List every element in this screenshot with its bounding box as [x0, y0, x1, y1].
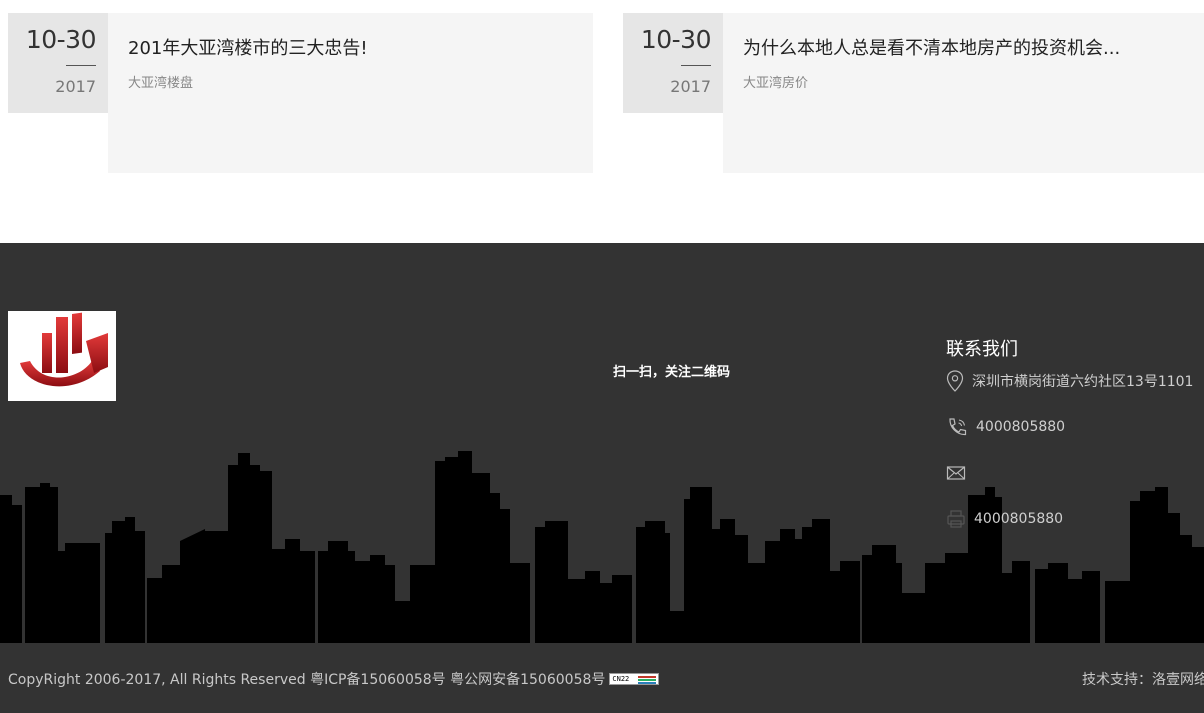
- contact-phone-row: 4000805880: [946, 415, 1065, 439]
- contact-title: 联系我们: [946, 339, 1018, 360]
- contact-email-row: [946, 461, 974, 485]
- qr-caption: 扫一扫，关注二维码: [613, 365, 731, 380]
- news-body: 为什么本地人总是看不清本地房产的投资机会... 大亚湾房价: [723, 13, 1204, 173]
- news-card[interactable]: 10-30 2017 201年大亚湾楼市的三大忠告! 大亚湾楼盘: [8, 13, 593, 173]
- contact-fax-row: 4000805880: [946, 507, 1063, 531]
- date-divider: [681, 65, 711, 66]
- contact-phone[interactable]: 4000805880: [976, 419, 1065, 435]
- city-skyline-image: [0, 451, 1204, 643]
- news-title-link[interactable]: 为什么本地人总是看不清本地房产的投资机会...: [743, 34, 1184, 60]
- location-pin-icon: [946, 370, 964, 392]
- news-date-day: 10-30: [640, 25, 712, 54]
- date-divider: [66, 65, 96, 66]
- mail-icon: [946, 466, 966, 480]
- news-card[interactable]: 10-30 2017 为什么本地人总是看不清本地房产的投资机会... 大亚湾房价: [623, 13, 1204, 173]
- company-logo[interactable]: [8, 311, 116, 401]
- news-date-year: 2017: [670, 77, 711, 96]
- tech-support-link[interactable]: 技术支持：洛壹网络: [1082, 669, 1204, 689]
- security-badge[interactable]: CN22: [609, 673, 660, 685]
- news-date-year: 2017: [55, 77, 96, 96]
- site-footer: 扫一扫，关注二维码 联系我们 深圳市横岗街道六约社区13号1101 400080…: [0, 243, 1204, 713]
- copyright-line: CopyRight 2006-2017, All Rights Reserved…: [8, 669, 660, 689]
- fax-icon: [947, 510, 965, 528]
- contact-section: 联系我们 深圳市横岗街道六约社区13号1101 4000805880 40008…: [946, 335, 1204, 528]
- contact-address-row: 深圳市横岗街道六约社区13号1101: [946, 369, 1193, 393]
- news-section: 10-30 2017 201年大亚湾楼市的三大忠告! 大亚湾楼盘 10-30 2…: [0, 0, 1204, 243]
- copyright-text: CopyRight 2006-2017, All Rights Reserved…: [8, 672, 606, 688]
- news-title-link[interactable]: 201年大亚湾楼市的三大忠告!: [128, 34, 573, 60]
- news-body: 201年大亚湾楼市的三大忠告! 大亚湾楼盘: [108, 13, 593, 173]
- news-tag: 大亚湾房价: [743, 76, 809, 91]
- news-tag: 大亚湾楼盘: [128, 76, 194, 91]
- phone-icon: [949, 418, 967, 436]
- news-date-box: 10-30 2017: [623, 13, 723, 113]
- contact-fax: 4000805880: [974, 511, 1064, 527]
- contact-address: 深圳市横岗街道六约社区13号1101: [972, 374, 1194, 390]
- news-date-day: 10-30: [25, 25, 97, 54]
- news-date-box: 10-30 2017: [8, 13, 108, 113]
- badge-label: CN22: [612, 675, 630, 683]
- copyright-bar: CopyRight 2006-2017, All Rights Reserved…: [0, 643, 1204, 713]
- logo-mark-icon: [20, 312, 108, 387]
